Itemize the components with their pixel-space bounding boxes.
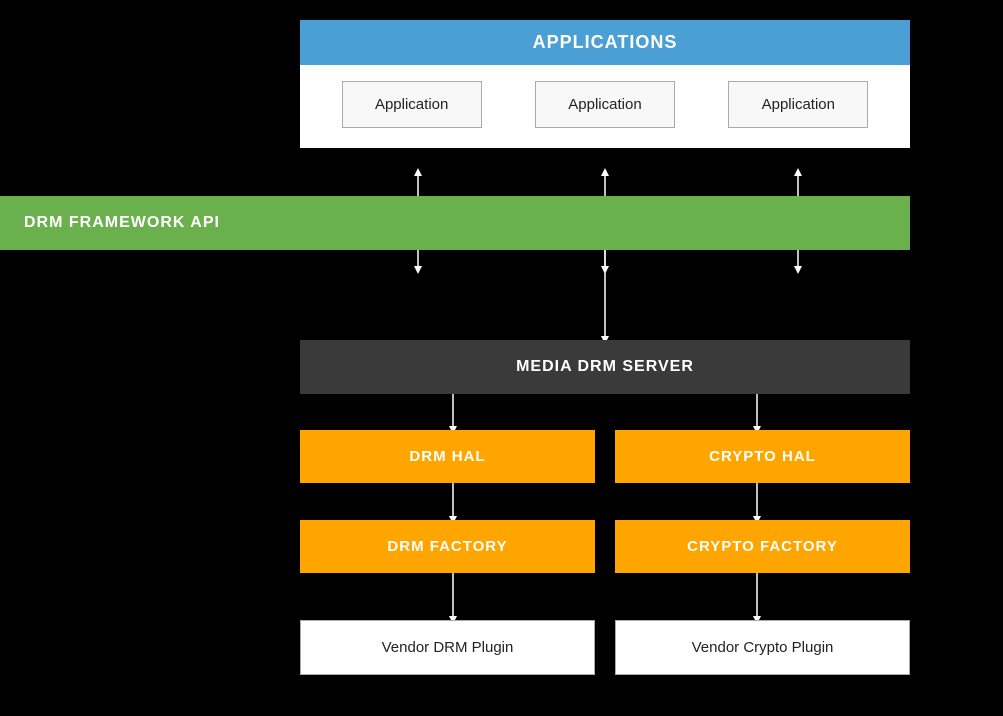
drm-framework-label: DRM FRAMEWORK API bbox=[0, 196, 910, 250]
applications-block: APPLICATIONS Application Application App… bbox=[300, 20, 910, 148]
crypto-factory-box: CRYPTO FACTORY bbox=[615, 520, 910, 573]
applications-header: APPLICATIONS bbox=[300, 20, 910, 65]
crypto-hal-box: CRYPTO HAL bbox=[615, 430, 910, 483]
app-box-1: Application bbox=[342, 81, 482, 128]
media-drm-server: MEDIA DRM SERVER bbox=[300, 340, 910, 394]
app-box-2: Application bbox=[535, 81, 675, 128]
factory-row: DRM FACTORY CRYPTO FACTORY bbox=[300, 520, 910, 573]
hal-row: DRM HAL CRYPTO HAL bbox=[300, 430, 910, 483]
drm-hal-box: DRM HAL bbox=[300, 430, 595, 483]
app-box-3: Application bbox=[728, 81, 868, 128]
vendor-drm-plugin-box: Vendor DRM Plugin bbox=[300, 620, 595, 675]
vendor-crypto-plugin-box: Vendor Crypto Plugin bbox=[615, 620, 910, 675]
applications-body: Application Application Application bbox=[300, 65, 910, 148]
drm-factory-box: DRM FACTORY bbox=[300, 520, 595, 573]
vendor-row: Vendor DRM Plugin Vendor Crypto Plugin bbox=[300, 620, 910, 675]
drm-framework-bar: DRM FRAMEWORK API bbox=[0, 196, 910, 250]
